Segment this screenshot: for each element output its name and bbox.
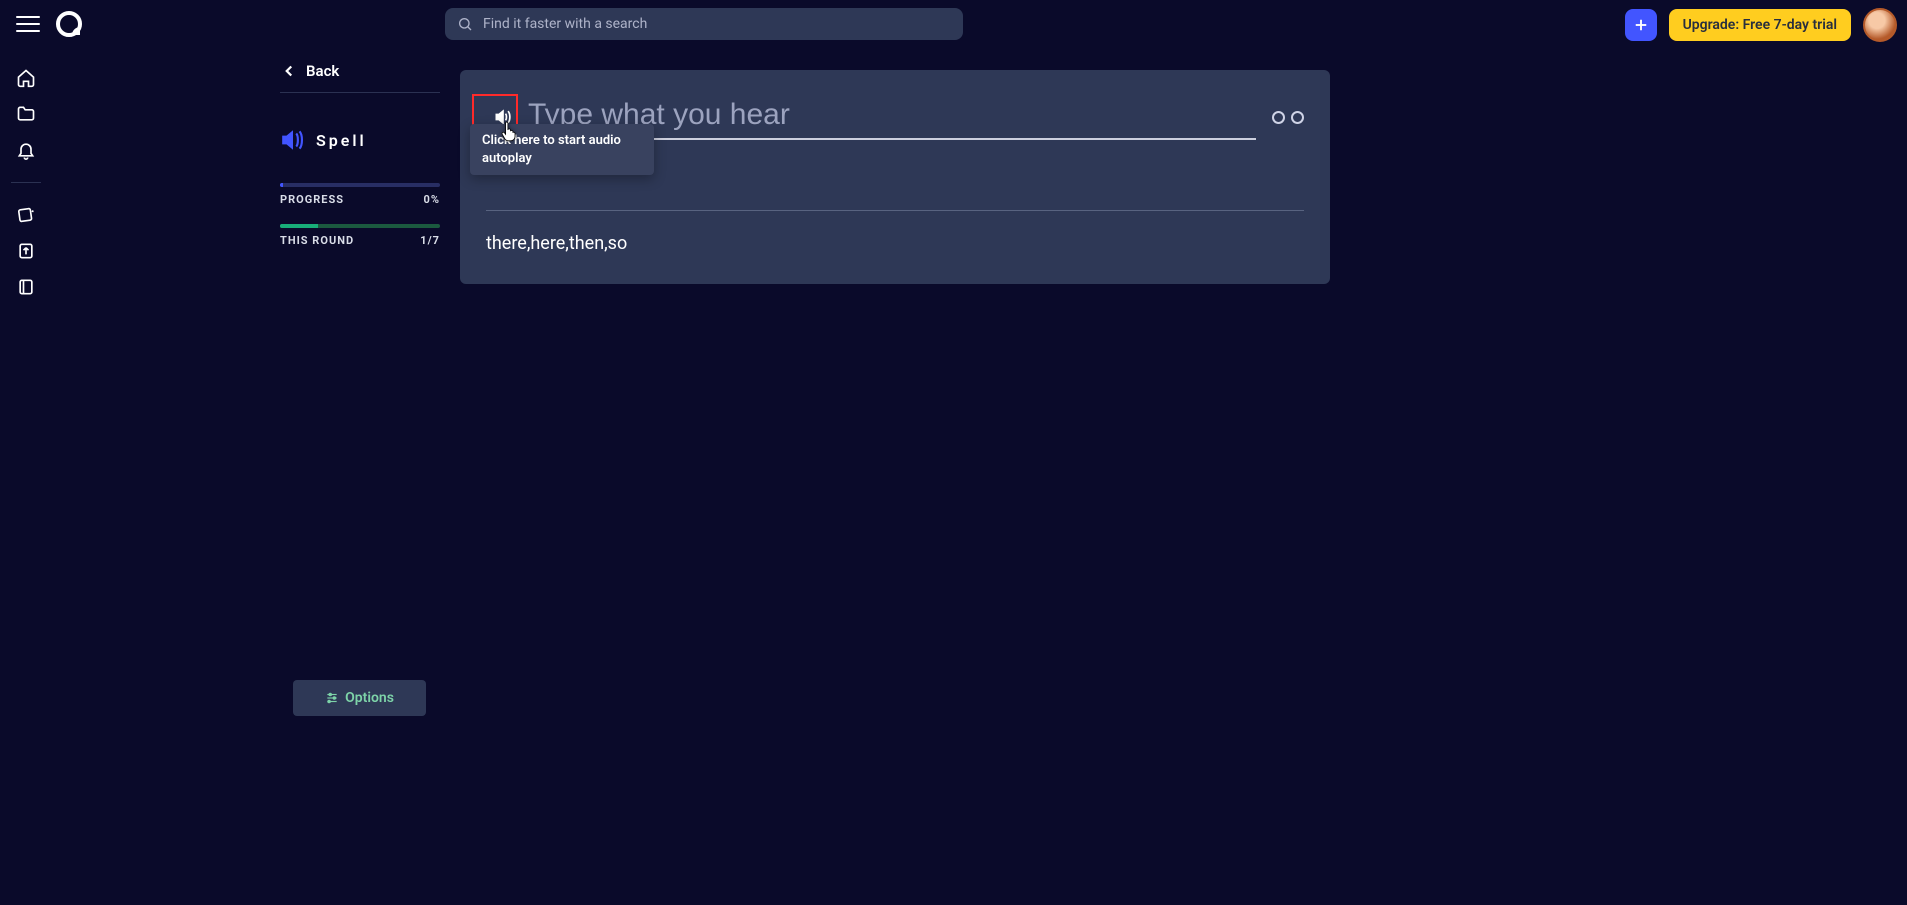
global-search[interactable]: Find it faster with a search — [445, 8, 963, 40]
study-mode-row: Spell — [280, 129, 440, 151]
options-label: Options — [345, 690, 394, 706]
reveal-dot[interactable] — [1291, 111, 1304, 124]
user-avatar[interactable] — [1863, 8, 1897, 42]
round-value: 1/7 — [420, 234, 440, 247]
chevron-left-icon — [280, 62, 298, 80]
app-logo[interactable] — [56, 11, 82, 37]
sidebar-rail — [0, 48, 52, 905]
sliders-icon — [325, 691, 339, 705]
bell-icon[interactable] — [16, 140, 36, 160]
progress-value: 0% — [424, 193, 440, 206]
study-left-panel: Back Spell PROGRESS 0% THIS ROUND 1/7 — [280, 50, 440, 265]
round-label: THIS ROUND — [280, 234, 354, 247]
options-button[interactable]: Options — [293, 680, 426, 716]
back-label: Back — [306, 62, 339, 80]
top-bar: Find it faster with a search Upgrade: Fr… — [0, 0, 1907, 48]
tooltip-text: Click here to start audio autoplay — [482, 133, 621, 166]
create-button[interactable] — [1625, 9, 1657, 41]
search-icon — [457, 16, 473, 32]
card-divider — [486, 210, 1304, 211]
progress-bar — [280, 183, 440, 187]
spell-card: Click here to start audio autoplay there… — [460, 70, 1330, 284]
export-icon[interactable] — [16, 241, 36, 261]
plus-icon — [1632, 16, 1650, 34]
book-icon[interactable] — [16, 277, 36, 297]
reveal-dot[interactable] — [1272, 111, 1285, 124]
progress-section: PROGRESS 0% THIS ROUND 1/7 — [280, 183, 440, 265]
back-button[interactable]: Back — [280, 50, 440, 93]
progress-label: PROGRESS — [280, 193, 344, 206]
home-icon[interactable] — [16, 68, 36, 88]
search-placeholder: Find it faster with a search — [483, 16, 647, 32]
speaker-icon — [280, 129, 306, 151]
folder-icon[interactable] — [16, 104, 36, 124]
upgrade-label: Upgrade: Free 7-day trial — [1683, 17, 1837, 33]
top-right-controls: Upgrade: Free 7-day trial — [1625, 8, 1897, 42]
hint-text: there,here,then,so — [486, 233, 1304, 254]
flashcards-icon[interactable] — [16, 205, 36, 225]
round-bar — [280, 224, 440, 228]
audio-tooltip: Click here to start audio autoplay — [470, 124, 654, 175]
reveal-dots — [1272, 111, 1304, 124]
rail-divider — [11, 182, 41, 183]
menu-button[interactable] — [16, 12, 40, 36]
mode-label: Spell — [316, 131, 367, 150]
upgrade-button[interactable]: Upgrade: Free 7-day trial — [1669, 9, 1851, 41]
